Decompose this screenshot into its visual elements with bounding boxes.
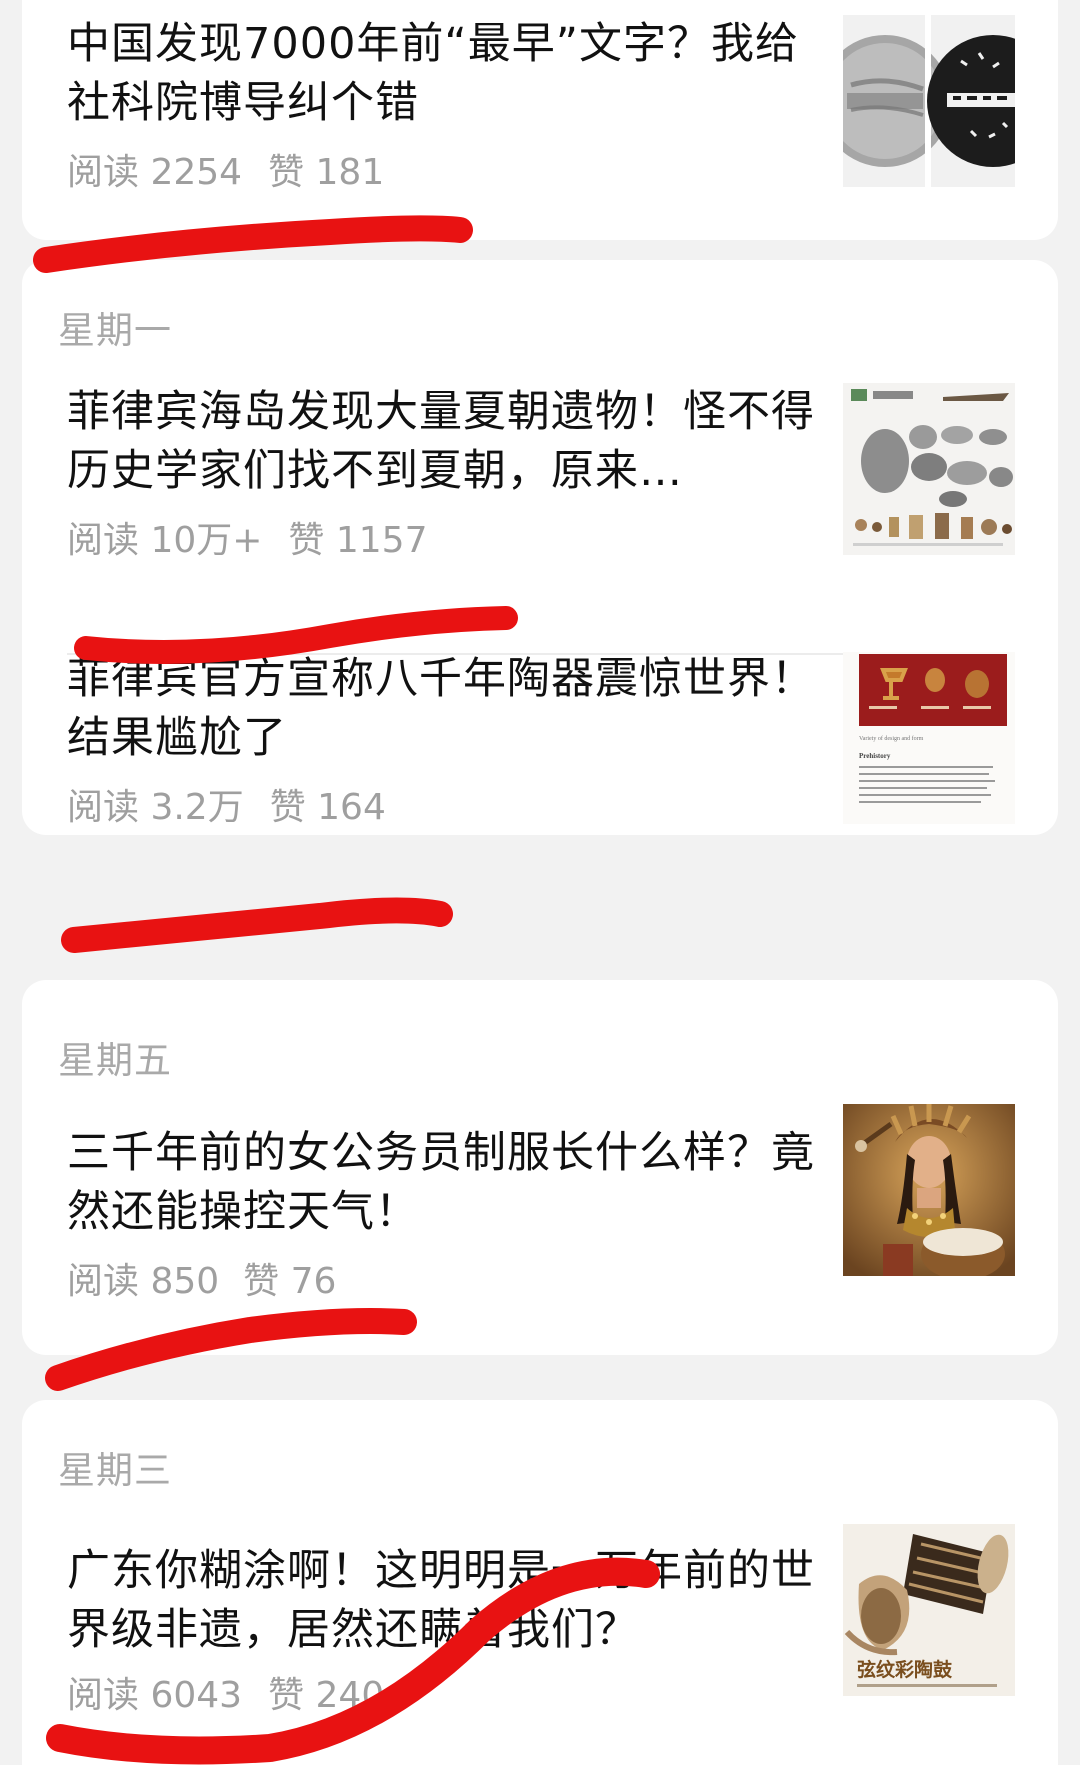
article-card: 星期三 广东你糊涂啊！这明明是一万年前的世界级非遗，居然还瞒着我们？ 阅读 60…	[22, 1400, 1058, 1765]
drummer-portrait-image[interactable]	[843, 1104, 1015, 1276]
article-stats: 阅读 850 赞 76	[67, 1252, 336, 1304]
like-count: 赞 181	[268, 152, 385, 193]
article-stats: 阅读 6043 赞 240	[67, 1666, 384, 1718]
like-count: 赞 76	[243, 1261, 337, 1302]
read-count: 阅读 10万+	[67, 520, 263, 561]
painted-pottery-drum-image[interactable]: 弦纹彩陶鼓	[843, 1524, 1015, 1696]
article-stats: 阅读 10万+ 赞 1157	[67, 511, 427, 563]
red-underline-mark	[61, 897, 453, 953]
article-title[interactable]: 广东你糊涂啊！这明明是一万年前的世界级非遗，居然还瞒着我们？	[67, 1542, 847, 1660]
read-count: 阅读 850	[67, 1261, 220, 1302]
article-item[interactable]: 三千年前的女公务员制服长什么样？竟然还能操控天气！ 阅读 850 赞 76	[22, 1104, 1058, 1334]
article-card: 星期一 菲律宾海岛发现大量夏朝遗物！怪不得历史学家们找不到夏朝，原来… 阅读 1…	[22, 260, 1058, 835]
article-title[interactable]: 三千年前的女公务员制服长什么样？竟然还能操控天气！	[67, 1124, 847, 1242]
thumb-subtitle: Variety of design and form	[859, 735, 924, 742]
like-count: 赞 1157	[288, 520, 428, 561]
read-count: 阅读 6043	[67, 1675, 243, 1716]
article-card: 星期五 三千年前的女公务员制服长什么样？竟然还能操控天气！ 阅读 850 赞 76	[22, 980, 1058, 1355]
article-item[interactable]: 菲律宾官方宣称八千年陶器震惊世界！结果尴尬了 阅读 3.2万赞 164 Vari…	[22, 652, 1058, 864]
day-label: 星期五	[58, 1039, 172, 1082]
article-title[interactable]: 菲律宾官方宣称八千年陶器震惊世界！结果尴尬了	[67, 650, 832, 768]
article-title[interactable]: 菲律宾海岛发现大量夏朝遗物！怪不得历史学家们找不到夏朝，原来…	[67, 383, 832, 501]
inscribed-disc-image[interactable]	[843, 15, 1015, 187]
article-list-screen: 中国发现7000年前“最早”文字？我给社科院博导纠个错 阅读 2254 赞 181	[0, 0, 1080, 1765]
article-title[interactable]: 中国发现7000年前“最早”文字？我给社科院博导纠个错	[67, 15, 832, 133]
article-item[interactable]: 中国发现7000年前“最早”文字？我给社科院博导纠个错 阅读 2254 赞 181	[22, 15, 1058, 225]
read-count: 阅读 2254	[67, 152, 243, 193]
article-item[interactable]: 菲律宾海岛发现大量夏朝遗物！怪不得历史学家们找不到夏朝，原来… 阅读 10万+ 赞…	[22, 383, 1058, 593]
day-label: 星期三	[58, 1449, 172, 1492]
like-count: 赞 164	[269, 787, 386, 828]
read-count: 阅读 3.2万	[67, 787, 244, 828]
like-count: 赞 240	[268, 1675, 385, 1716]
pottery-document-image[interactable]: Variety of design and form Prehistory	[843, 652, 1015, 824]
day-label: 星期一	[58, 309, 172, 352]
article-stats: 阅读 2254 赞 181	[67, 143, 384, 195]
pottery-collection-image[interactable]	[843, 383, 1015, 555]
article-item[interactable]: 广东你糊涂啊！这明明是一万年前的世界级非遗，居然还瞒着我们？ 阅读 6043 赞 …	[22, 1524, 1058, 1752]
article-card: 中国发现7000年前“最早”文字？我给社科院博导纠个错 阅读 2254 赞 181	[22, 0, 1058, 240]
thumb-caption: 弦纹彩陶鼓	[857, 1658, 953, 1681]
thumb-heading: Prehistory	[859, 752, 891, 760]
article-stats: 阅读 3.2万赞 164	[67, 778, 386, 830]
